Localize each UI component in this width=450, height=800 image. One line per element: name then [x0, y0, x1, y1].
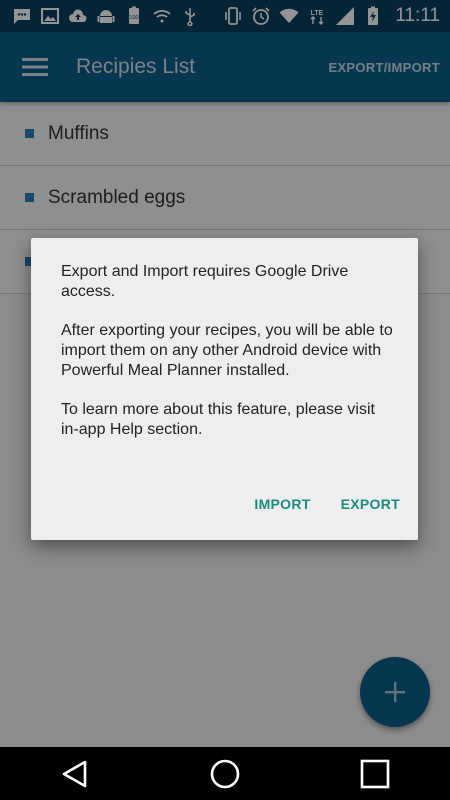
navigation-bar	[0, 747, 450, 800]
export-button[interactable]: EXPORT	[341, 496, 400, 512]
dialog-message: To learn more about this feature, please…	[61, 401, 375, 438]
screen: 100 LTE 11:11 Recipies List EXPORT/IMPOR…	[0, 0, 450, 800]
recents-icon	[360, 759, 390, 788]
recents-button[interactable]	[340, 747, 410, 800]
dialog-message: After exporting your recipes, you will b…	[61, 322, 393, 379]
home-icon	[210, 759, 240, 788]
export-import-dialog: Export and Import requires Google Drive …	[31, 238, 418, 540]
home-button[interactable]	[190, 747, 260, 800]
import-button[interactable]: IMPORT	[254, 496, 310, 512]
back-icon	[62, 760, 87, 787]
dialog-message: Export and Import requires Google Drive …	[61, 263, 349, 300]
back-button[interactable]	[40, 747, 110, 800]
dialog-actions: IMPORT EXPORT	[254, 496, 400, 512]
